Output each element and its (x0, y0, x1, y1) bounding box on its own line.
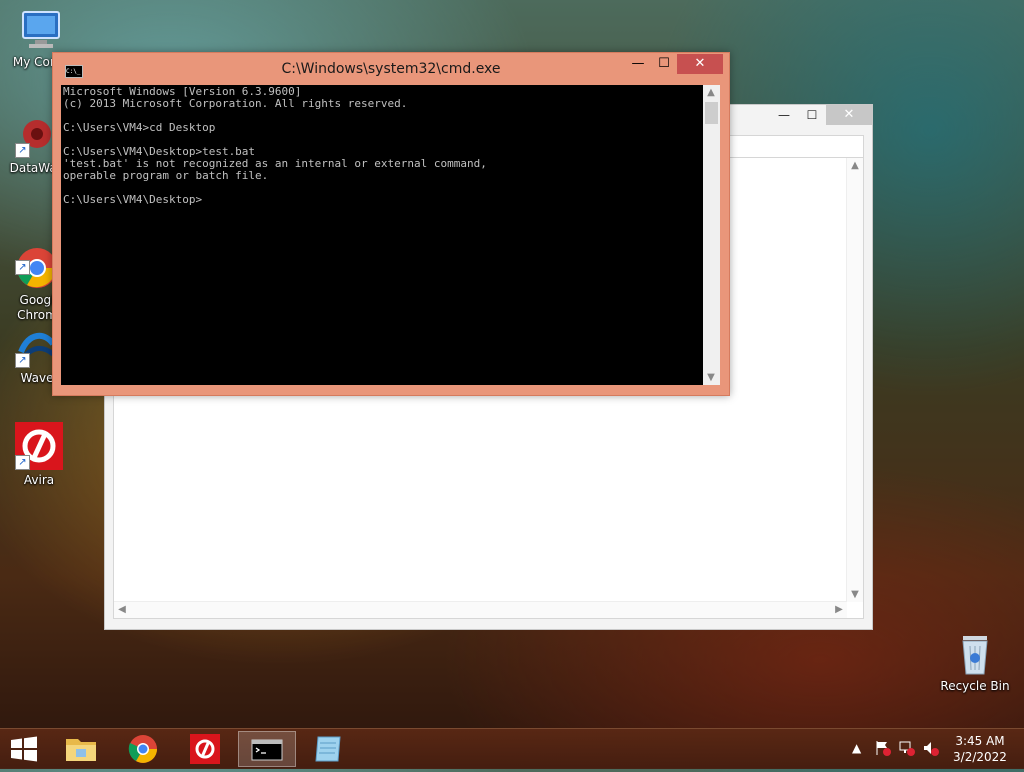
scroll-right-icon[interactable]: ▶ (831, 604, 847, 615)
vertical-scrollbar[interactable]: ▲ ▼ (846, 158, 863, 602)
window-controls: — ☐ ✕ (770, 105, 872, 127)
close-button[interactable]: ✕ (826, 105, 872, 125)
clock-date: 3/2/2022 (953, 750, 1007, 764)
shortcut-arrow-icon: ↗ (15, 353, 30, 368)
show-hidden-icons-button[interactable]: ▲ (852, 741, 861, 755)
computer-icon (19, 8, 63, 52)
scroll-up-icon[interactable]: ▲ (847, 160, 863, 171)
chrome-icon (128, 735, 157, 763)
taskbar-cmd[interactable] (238, 731, 296, 767)
cmd-window[interactable]: C:\_ C:\Windows\system32\cmd.exe — ☐ ✕ M… (52, 52, 730, 396)
console-text: Microsoft Windows [Version 6.3.9600] (c)… (63, 85, 487, 206)
scroll-down-icon[interactable]: ▼ (703, 372, 719, 383)
network-icon[interactable] (898, 739, 916, 760)
scroll-left-icon[interactable]: ◀ (114, 604, 130, 615)
minimize-button[interactable]: — (625, 54, 651, 74)
shortcut-arrow-icon: ↗ (15, 455, 30, 470)
shortcut-arrow-icon: ↗ (15, 260, 30, 275)
recycle-bin-icon (953, 632, 997, 676)
clock-time: 3:45 AM (955, 734, 1005, 748)
maximize-button[interactable]: ☐ (798, 105, 826, 125)
desktop-icon-avira[interactable]: ↗ Avira (0, 422, 84, 487)
desktop-icon-recycle-bin[interactable]: Recycle Bin (930, 632, 1020, 693)
notepad-icon (315, 736, 341, 762)
taskbar-file-explorer[interactable] (52, 731, 110, 767)
start-button[interactable] (0, 731, 48, 767)
console-output[interactable]: Microsoft Windows [Version 6.3.9600] (c)… (61, 85, 703, 385)
clock[interactable]: 3:45 AM 3/2/2022 (948, 733, 1012, 765)
taskbar-chrome[interactable] (114, 731, 172, 767)
cmd-icon (251, 739, 283, 761)
avira-icon: ↗ (15, 422, 63, 470)
console-scrollbar[interactable]: ▲ ▼ (703, 85, 720, 385)
folder-icon (66, 739, 96, 761)
taskbar-notepad[interactable] (300, 731, 358, 767)
desktop-icon-label: Recycle Bin (940, 679, 1010, 693)
horizontal-scrollbar[interactable]: ◀ ▶ (114, 601, 847, 618)
desktop-icon-label: Avira (23, 473, 55, 487)
taskbar: ▲ 3:45 AM 3/2/2022 (0, 728, 1024, 769)
title-bar[interactable]: C:\_ C:\Windows\system32\cmd.exe — ☐ ✕ (53, 53, 729, 85)
close-button[interactable]: ✕ (677, 54, 723, 74)
scroll-up-icon[interactable]: ▲ (703, 87, 719, 98)
windows-logo-icon (11, 736, 37, 762)
shortcut-arrow-icon: ↗ (15, 143, 30, 158)
scroll-down-icon[interactable]: ▼ (847, 589, 863, 600)
avira-icon (190, 734, 220, 764)
action-center-flag-icon[interactable] (874, 739, 892, 760)
minimize-button[interactable]: — (770, 105, 798, 125)
volume-muted-icon[interactable] (922, 739, 940, 760)
taskbar-avira[interactable] (176, 731, 234, 767)
scroll-thumb[interactable] (705, 102, 718, 124)
maximize-button[interactable]: ☐ (651, 54, 677, 74)
